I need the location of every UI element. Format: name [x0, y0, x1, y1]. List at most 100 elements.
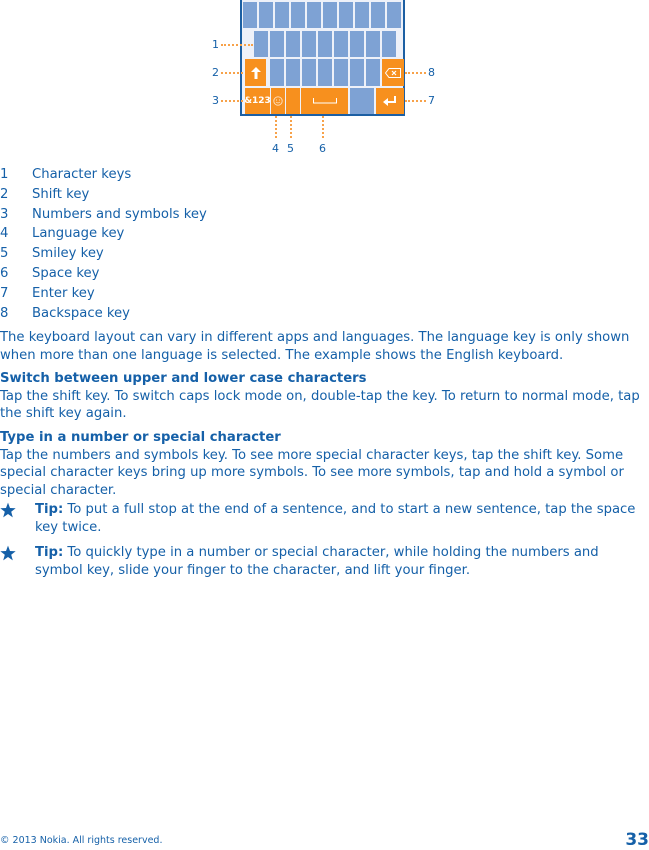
legend-label: Numbers and symbols key — [32, 206, 207, 222]
legend-label: Shift key — [32, 186, 90, 202]
legend-label: Enter key — [32, 285, 95, 301]
legend-item: 1 Character keys — [0, 165, 207, 185]
character-key — [334, 31, 348, 57]
callout-number: 1 — [212, 38, 219, 51]
character-key — [318, 31, 332, 57]
character-key — [286, 31, 300, 57]
legend-number: 1 — [0, 167, 9, 182]
tip: Tip: To quickly type in a number or spec… — [0, 544, 649, 579]
callout-number: 2 — [212, 66, 219, 79]
space-bar-icon — [312, 98, 337, 104]
tip: Tip: To put a full stop at the end of a … — [0, 501, 649, 536]
legend-number: 5 — [0, 246, 9, 262]
enter-key — [376, 88, 404, 114]
legend-label: Space key — [32, 265, 100, 281]
callout-line — [405, 100, 426, 102]
numbers-symbols-key: &123 — [244, 88, 271, 114]
callout-line — [221, 44, 253, 46]
tip-text: Tip: To put a full stop at the end of a … — [35, 501, 649, 536]
smiley-icon — [273, 96, 283, 106]
character-key — [286, 59, 300, 86]
star-icon — [0, 545, 16, 561]
character-key — [318, 59, 332, 86]
backspace-key — [382, 59, 404, 86]
character-key — [302, 59, 316, 86]
space-key — [301, 88, 348, 114]
character-key — [382, 31, 396, 57]
character-key — [302, 31, 316, 57]
character-key — [350, 31, 364, 57]
legend-label: Smiley key — [32, 246, 104, 262]
character-key — [254, 31, 268, 57]
character-key — [366, 31, 380, 57]
character-key — [334, 59, 348, 86]
legend-number: 7 — [0, 285, 9, 301]
character-key — [371, 2, 385, 28]
tip-body: To put a full stop at the end of a sente… — [35, 502, 636, 535]
callout-number: 3 — [212, 94, 219, 107]
backspace-icon — [385, 67, 401, 78]
legend-item: 4 Language key — [0, 224, 207, 244]
character-key — [350, 59, 364, 86]
character-key — [275, 2, 289, 28]
callout-line — [405, 72, 426, 74]
character-key — [307, 2, 321, 28]
legend-item: 3 Numbers and symbols key — [0, 205, 207, 225]
legend-item: 8 Backspace key — [0, 304, 207, 324]
callout-line — [322, 116, 324, 138]
character-key — [339, 2, 353, 28]
character-key — [355, 2, 369, 28]
keyboard-frame: &123 — [240, 0, 405, 116]
legend-label: Character keys — [32, 167, 132, 182]
legend-number: 3 — [0, 206, 9, 222]
tip-body: To quickly type in a number or special c… — [35, 545, 599, 578]
section-heading: Switch between upper and lower case char… — [0, 371, 367, 386]
star-icon — [0, 502, 16, 518]
numbers-key-label: &123 — [244, 96, 271, 106]
section-body: Tap the shift key. To switch caps lock m… — [0, 388, 640, 422]
callout-number: 5 — [287, 142, 294, 155]
key-legend: 1 Character keys 2 Shift key 3 Numbers and … — [0, 165, 207, 323]
tip-label: Tip: — [35, 502, 64, 517]
intro-paragraph: The keyboard layout can vary in differen… — [0, 330, 630, 363]
character-key — [350, 88, 374, 114]
character-key — [291, 2, 305, 28]
callout-line — [221, 72, 243, 74]
callout-line — [290, 116, 292, 138]
smiley-key — [271, 88, 285, 114]
character-key — [387, 2, 401, 28]
legend-label: Backspace key — [32, 305, 130, 321]
section-body: Tap the numbers and symbols key. To see … — [0, 447, 624, 498]
character-key — [270, 31, 284, 57]
callout-number: 8 — [428, 66, 435, 79]
character-key — [366, 59, 380, 86]
section-heading: Type in a number or special character — [0, 430, 281, 445]
legend-item: 6 Space key — [0, 264, 207, 284]
legend-item: 5 Smiley key — [0, 244, 207, 264]
section-case-switch: Switch between upper and lower case char… — [0, 370, 649, 423]
character-key — [259, 2, 273, 28]
legend-item: 2 Shift key — [0, 185, 207, 205]
tip-text: Tip: To quickly type in a number or spec… — [35, 544, 649, 579]
enter-arrow-icon — [383, 96, 396, 106]
copyright-notice: © 2013 Nokia. All rights reserved. — [0, 835, 163, 846]
legend-number: 2 — [0, 186, 9, 202]
page-number: 33 — [625, 830, 649, 850]
section-special-characters: Type in a number or special character Ta… — [0, 429, 649, 499]
character-key — [323, 2, 337, 28]
tip-label: Tip: — [35, 545, 64, 560]
legend-number: 4 — [0, 226, 9, 242]
shift-arrow-icon — [250, 66, 261, 79]
legend-number: 8 — [0, 305, 9, 321]
legend-item: 7 Enter key — [0, 284, 207, 304]
callout-line — [275, 116, 277, 138]
character-key — [270, 59, 284, 86]
callout-number: 7 — [428, 94, 435, 107]
legend-number: 6 — [0, 265, 9, 281]
language-key — [286, 88, 300, 114]
callout-number: 4 — [272, 142, 279, 155]
character-key — [243, 2, 257, 28]
callout-number: 6 — [319, 142, 326, 155]
legend-label: Language key — [32, 226, 125, 242]
callout-line — [221, 100, 243, 102]
